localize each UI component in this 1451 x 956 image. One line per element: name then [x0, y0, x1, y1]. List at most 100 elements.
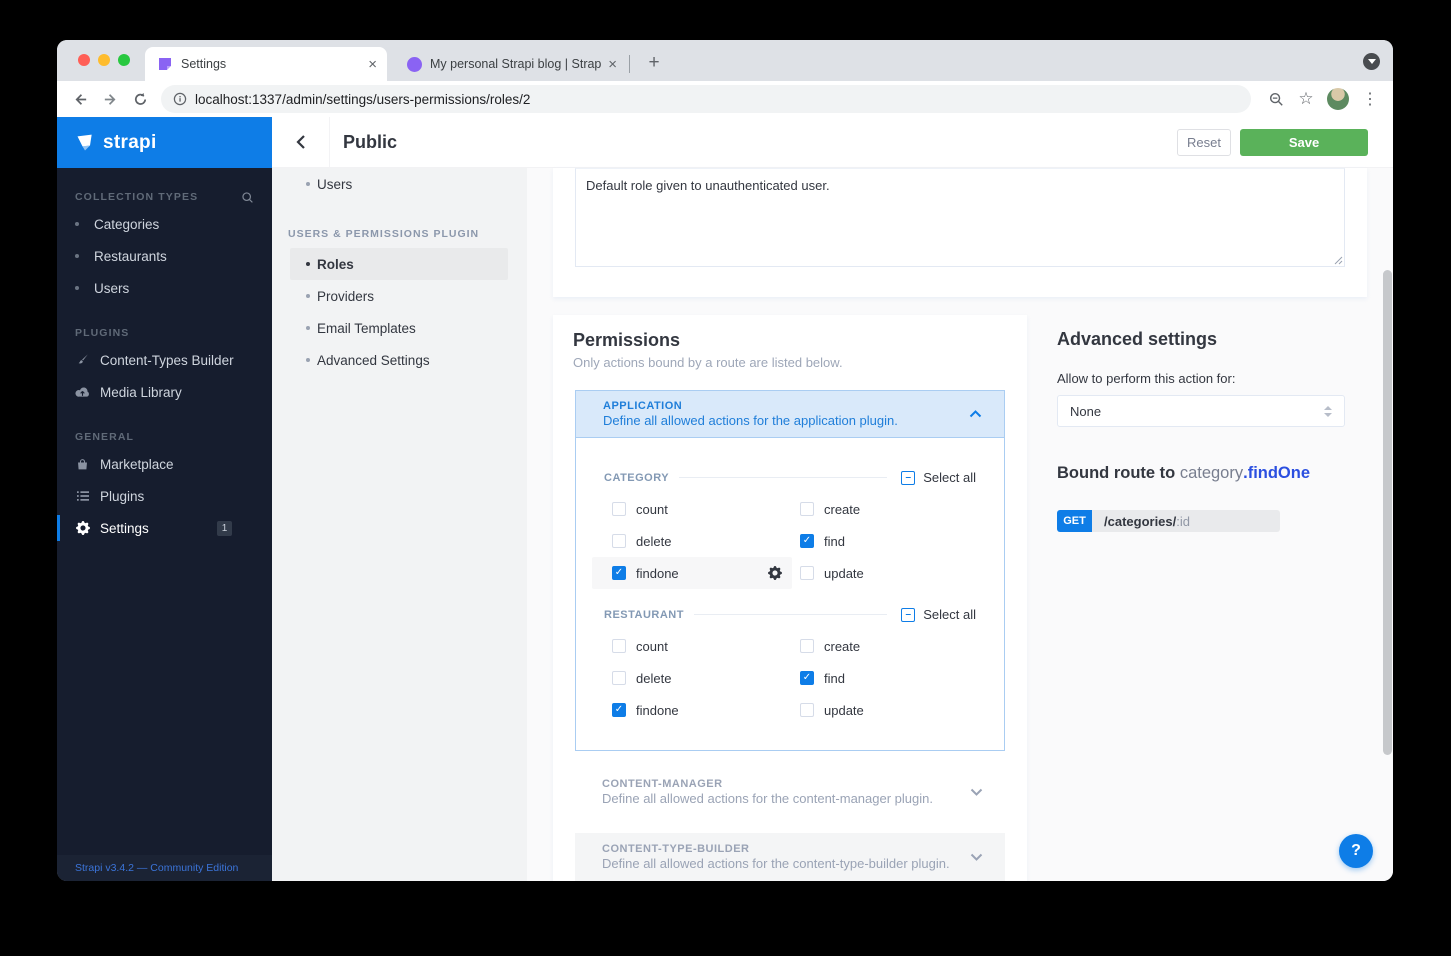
tab-strapi-blog[interactable]: My personal Strapi blog | Strap × — [395, 47, 627, 81]
strapi-logo[interactable]: strapi — [57, 117, 272, 168]
checkbox-icon[interactable]: ✓ — [800, 671, 814, 685]
role-description-textarea[interactable]: Default role given to unauthenticated us… — [575, 168, 1345, 267]
permission-item-find[interactable]: ✓ find — [792, 662, 988, 694]
group-name: CATEGORY — [604, 471, 670, 484]
sidebar-item-media-library[interactable]: Media Library — [57, 376, 272, 408]
close-window-button[interactable] — [78, 54, 90, 66]
forward-button[interactable] — [95, 84, 125, 114]
checkbox-icon[interactable]: ✓ — [800, 566, 814, 580]
strapi-logo-text: strapi — [103, 131, 157, 153]
window-controls[interactable] — [78, 54, 130, 66]
bag-icon — [75, 458, 90, 471]
bullet-icon — [306, 182, 310, 186]
accordion-description: Define all allowed actions for the conte… — [602, 856, 950, 871]
application-accordion-header[interactable]: APPLICATION Define all allowed actions f… — [575, 390, 1005, 438]
permission-item-update[interactable]: ✓ update — [792, 694, 988, 726]
select-all-label[interactable]: Select all — [923, 470, 976, 485]
vertical-scrollbar[interactable] — [1383, 270, 1392, 755]
zoom-button[interactable] — [1261, 84, 1291, 114]
sidebar-item-plugins[interactable]: Plugins — [57, 480, 272, 512]
permission-item-findone[interactable]: ✓ findone — [592, 557, 792, 589]
tab-close-icon[interactable]: × — [602, 56, 627, 73]
sidebar-item-categories[interactable]: Categories — [57, 208, 272, 240]
application-accordion: APPLICATION Define all allowed actions f… — [575, 390, 1005, 751]
select-all-label[interactable]: Select all — [923, 607, 976, 622]
url-bar[interactable]: localhost:1337/admin/settings/users-perm… — [161, 85, 1251, 113]
reload-button[interactable] — [125, 84, 155, 114]
site-info-icon[interactable] — [173, 92, 187, 106]
subnav-item-providers[interactable]: Providers — [290, 280, 508, 312]
screen: Settings × My personal Strapi blog | Str… — [0, 0, 1451, 956]
subnav-item-label: Providers — [317, 288, 375, 304]
permission-item-create[interactable]: ✓ create — [792, 493, 988, 525]
permission-item-findone[interactable]: ✓ findone — [592, 694, 792, 726]
search-icon[interactable] — [241, 191, 254, 204]
subnav-item-label: Roles — [317, 256, 354, 272]
accordion-title: CONTENT-MANAGER — [602, 778, 723, 790]
profile-avatar[interactable] — [1327, 88, 1349, 110]
browser-menu-button[interactable]: ⋮ — [1355, 84, 1385, 114]
sidebar-item-marketplace[interactable]: Marketplace — [57, 448, 272, 480]
allow-action-label: Allow to perform this action for: — [1057, 371, 1236, 386]
bound-route-heading: Bound route to category.findOne — [1057, 464, 1311, 482]
allow-action-select[interactable]: None — [1057, 395, 1345, 427]
checkbox-icon[interactable]: ✓ — [800, 534, 814, 548]
subnav-item-roles[interactable]: Roles — [290, 248, 508, 280]
checkbox-icon[interactable]: ✓ — [800, 703, 814, 717]
tab-close-icon[interactable]: × — [362, 56, 387, 73]
select-all-checkbox[interactable]: – — [901, 470, 916, 485]
fullscreen-window-button[interactable] — [118, 54, 130, 66]
browser-window: Settings × My personal Strapi blog | Str… — [57, 40, 1393, 881]
help-button[interactable]: ? — [1339, 834, 1373, 868]
permission-item-delete[interactable]: ✓ delete — [592, 525, 792, 557]
permission-settings-gear-icon[interactable] — [768, 566, 782, 580]
checkbox-icon[interactable]: ✓ — [612, 703, 626, 717]
permission-item-count[interactable]: ✓ count — [592, 630, 792, 662]
resize-grip-icon[interactable] — [1334, 256, 1343, 265]
content-type-builder-accordion[interactable]: CONTENT-TYPE-BUILDER Define all allowed … — [575, 833, 1005, 881]
permission-item-find[interactable]: ✓ find — [792, 525, 988, 557]
sidebar-item-users[interactable]: Users — [57, 272, 272, 304]
tab-title: Settings — [181, 57, 227, 71]
checkbox-icon[interactable]: ✓ — [612, 502, 626, 516]
select-stepper-icon[interactable] — [1324, 405, 1332, 417]
advanced-settings-panel: Advanced settings Allow to perform this … — [1057, 315, 1345, 532]
reload-icon — [134, 92, 146, 105]
checkbox-icon[interactable]: ✓ — [800, 639, 814, 653]
minimize-window-button[interactable] — [98, 54, 110, 66]
permission-item-create[interactable]: ✓ create — [792, 630, 988, 662]
tab-search-button[interactable] — [1363, 53, 1380, 70]
kebab-menu-icon: ⋮ — [1362, 91, 1378, 108]
tab-settings[interactable]: Settings × — [145, 47, 387, 81]
sidebar-item-restaurants[interactable]: Restaurants — [57, 240, 272, 272]
tab-strip: Settings × My personal Strapi blog | Str… — [57, 40, 1393, 81]
checkbox-icon[interactable]: ✓ — [612, 534, 626, 548]
checkbox-icon[interactable]: ✓ — [612, 671, 626, 685]
select-all-checkbox[interactable]: – — [901, 607, 916, 622]
permission-item-update[interactable]: ✓ update — [792, 557, 988, 589]
save-button[interactable]: Save — [1240, 128, 1368, 156]
back-button[interactable] — [65, 84, 95, 114]
subnav-item-users[interactable]: Users — [290, 168, 508, 200]
sidebar-item-content-types-builder[interactable]: Content-Types Builder — [57, 344, 272, 376]
sidebar-item-label: Media Library — [100, 384, 182, 400]
permission-item-delete[interactable]: ✓ delete — [592, 662, 792, 694]
sidebar-item-settings[interactable]: Settings 1 — [57, 512, 272, 544]
subnav-item-advanced-settings[interactable]: Advanced Settings — [290, 344, 508, 376]
brush-icon — [75, 353, 90, 367]
checkbox-icon[interactable]: ✓ — [612, 639, 626, 653]
new-tab-button[interactable]: + — [640, 49, 668, 77]
checkbox-icon[interactable]: ✓ — [612, 566, 626, 580]
main-content: Default role given to unauthenticated us… — [527, 168, 1393, 881]
subnav-item-email-templates[interactable]: Email Templates — [290, 312, 508, 344]
content-manager-accordion[interactable]: CONTENT-MANAGER Define all allowed actio… — [575, 768, 1005, 816]
permission-item-count[interactable]: ✓ count — [592, 493, 792, 525]
sidebar-footer[interactable]: Strapi v3.4.2 — Community Edition — [57, 855, 272, 881]
checkbox-icon[interactable]: ✓ — [800, 502, 814, 516]
back-button-app[interactable] — [272, 117, 330, 167]
url-text[interactable]: localhost:1337/admin/settings/users-perm… — [195, 92, 530, 107]
sidebar-item-label: Restaurants — [94, 248, 167, 264]
bookmark-button[interactable]: ☆ — [1291, 84, 1321, 114]
list-icon — [75, 490, 90, 502]
reset-button[interactable]: Reset — [1177, 128, 1231, 156]
